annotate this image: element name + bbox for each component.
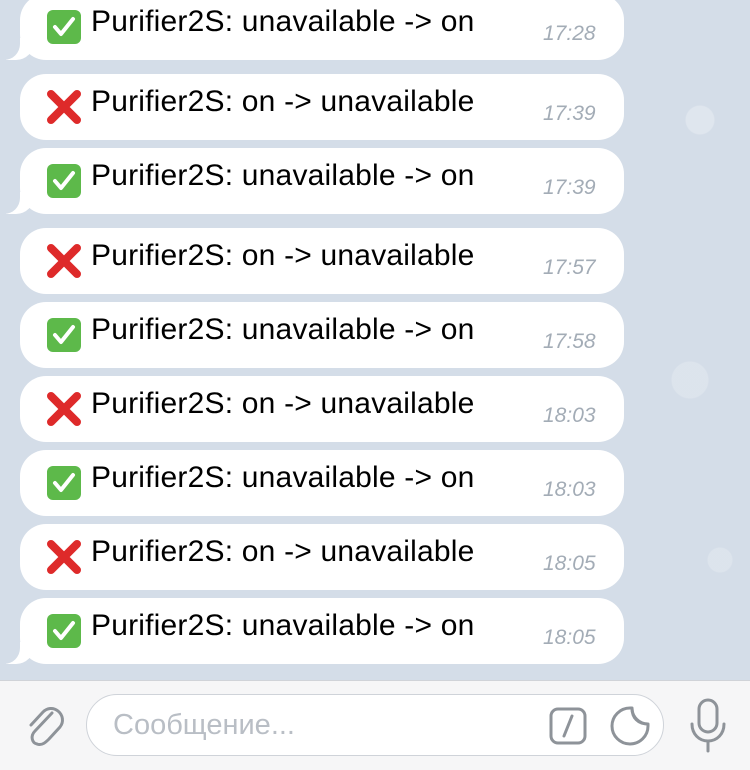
message-text: Purifier2S: unavailable -> on (91, 461, 475, 494)
message-text: Purifier2S: unavailable -> on (91, 313, 475, 346)
slash-command-icon[interactable] (549, 707, 587, 745)
message-bubble[interactable]: Purifier2S: unavailable -> on 18:05 (0, 598, 624, 664)
message-text: Purifier2S: on -> unavailable (91, 387, 475, 420)
check-mark-button-icon (46, 317, 82, 353)
message-bubble[interactable]: Purifier2S: unavailable -> on 18:03 (20, 450, 624, 516)
cross-mark-icon (46, 539, 82, 575)
cross-mark-icon (46, 89, 82, 125)
message-bubble[interactable]: Purifier2S: unavailable -> on 17:39 (0, 148, 624, 214)
message-input-bar: Сообщение... (0, 680, 750, 770)
check-mark-button-icon (46, 9, 82, 45)
message-text: Purifier2S: on -> unavailable (91, 535, 475, 568)
message-bubble[interactable]: Purifier2S: on -> unavailable 17:57 (20, 228, 624, 294)
message-time: 17:39 (543, 176, 596, 199)
message-bubble[interactable]: Purifier2S: on -> unavailable 17:39 (20, 74, 624, 140)
sticker-icon[interactable] (609, 705, 651, 747)
message-time: 18:05 (543, 626, 596, 649)
message-time: 18:05 (543, 552, 596, 575)
message-time: 17:28 (543, 22, 596, 45)
microphone-icon[interactable] (686, 697, 730, 755)
cross-mark-icon (46, 391, 82, 427)
message-time: 17:39 (543, 102, 596, 125)
message-text: Purifier2S: unavailable -> on (91, 5, 475, 38)
message-time: 17:57 (543, 256, 596, 279)
check-mark-button-icon (46, 465, 82, 501)
check-mark-button-icon (46, 163, 82, 199)
message-input[interactable]: Сообщение... (86, 694, 664, 756)
paperclip-icon[interactable] (22, 701, 66, 751)
message-text: Purifier2S: on -> unavailable (91, 239, 475, 272)
message-bubble[interactable]: Purifier2S: on -> unavailable 18:03 (20, 376, 624, 442)
message-text: Purifier2S: on -> unavailable (91, 85, 475, 118)
message-bubble[interactable]: Purifier2S: unavailable -> on 17:28 (0, 0, 624, 60)
chat-area: Purifier2S: unavailable -> on 17:28 Puri… (0, 0, 750, 680)
message-text: Purifier2S: unavailable -> on (91, 159, 475, 192)
message-time: 17:58 (543, 330, 596, 353)
message-time: 18:03 (543, 478, 596, 501)
message-bubble[interactable]: Purifier2S: on -> unavailable 18:05 (20, 524, 624, 590)
check-mark-button-icon (46, 613, 82, 649)
cross-mark-icon (46, 243, 82, 279)
message-text: Purifier2S: unavailable -> on (91, 609, 475, 642)
message-bubble[interactable]: Purifier2S: unavailable -> on 17:58 (20, 302, 624, 368)
message-time: 18:03 (543, 404, 596, 427)
input-placeholder: Сообщение... (113, 709, 295, 741)
